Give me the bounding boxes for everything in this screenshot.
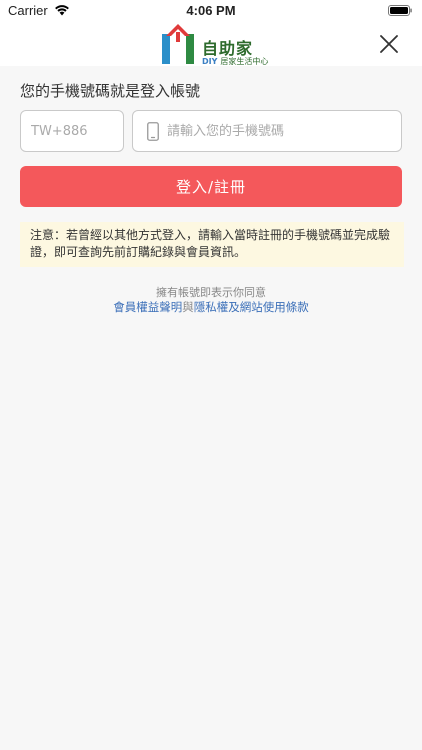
app-header: 自助家 DIY 居家生活中心 [0,22,422,66]
logo-subtitle: DIY 居家生活中心 [202,56,268,67]
status-bar: Carrier 4:06 PM [0,0,422,22]
logo-tagline: 居家生活中心 [220,57,269,66]
login-prompt: 您的手機號碼就是登入帳號 [20,82,201,100]
notice-box: 注意：若曾經以其他方式登入，請輸入當時註冊的手機號碼並完成驗證，即可查詢先前訂購… [20,222,404,267]
phone-number-input[interactable] [167,111,393,151]
logo-diy: DIY [202,57,218,66]
terms-connector: 與 [182,300,194,314]
terms-links: 會員權益聲明與隱私權及網站使用條款 [0,299,422,315]
country-code-field[interactable] [20,110,124,152]
close-icon[interactable] [378,33,400,55]
phone-field-container[interactable] [132,110,402,152]
clock: 4:06 PM [186,3,236,18]
battery-icon [388,5,412,16]
terms-agreement-text: 擁有帳號即表示你同意 [156,286,266,299]
privacy-terms-link[interactable]: 隱私權及網站使用條款 [194,300,309,314]
login-register-button[interactable]: 登入/註冊 [20,166,402,207]
notice-text: 注意：若曾經以其他方式登入，請輸入當時註冊的手機號碼並完成驗證，即可查詢先前訂購… [30,228,391,259]
house-logo-icon [162,24,194,64]
mobile-phone-icon [147,122,159,141]
brand-logo: 自助家 DIY 居家生活中心 [160,22,270,66]
member-rights-link[interactable]: 會員權益聲明 [113,300,182,314]
